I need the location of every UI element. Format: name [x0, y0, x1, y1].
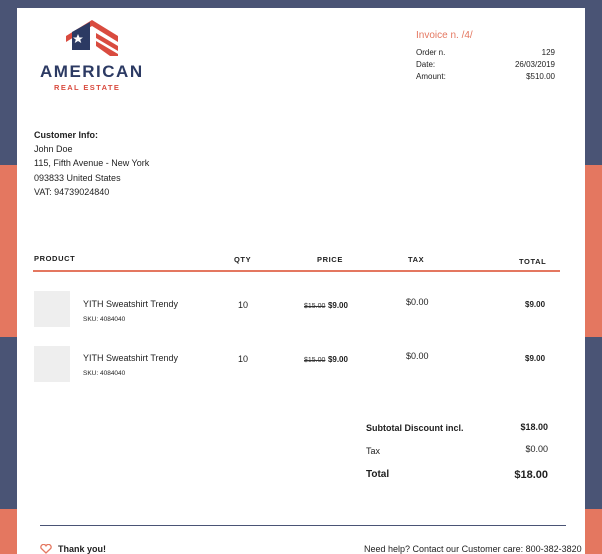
- left-stripe-navy-1: [0, 0, 17, 165]
- thank-you-note: Thank you!: [40, 544, 106, 554]
- tax-value: $0.00: [525, 444, 548, 454]
- product-sale-price: $9.00: [327, 301, 348, 310]
- amount-row: Amount: $510.00: [416, 72, 555, 81]
- total-label: Total: [366, 469, 390, 480]
- order-number-value: 129: [541, 48, 555, 57]
- house-flag-icon: [66, 20, 118, 56]
- total-value: $18.00: [514, 469, 548, 481]
- right-stripe-navy-2: [585, 337, 602, 509]
- customer-heading: Customer Info:: [34, 130, 98, 140]
- header-price: PRICE: [317, 255, 343, 264]
- order-number-row: Order n. 129: [416, 48, 555, 57]
- footer-divider: [40, 525, 566, 526]
- product-sku: SKU: 4084040: [83, 370, 126, 377]
- amount-label: Amount:: [416, 72, 446, 81]
- brand-name: AMERICAN: [40, 62, 144, 81]
- customer-info: Customer Info: John Doe 115, Fifth Avenu…: [34, 128, 149, 199]
- right-stripe-navy-1: [585, 0, 602, 165]
- customer-city: 093833 United States: [34, 172, 121, 183]
- customer-address: 115, Fifth Avenue - New York: [34, 158, 150, 169]
- product-qty: 10: [238, 354, 249, 364]
- date-label: Date:: [416, 60, 436, 69]
- product-old-price: $15.00: [304, 303, 326, 310]
- tax-label: Tax: [366, 446, 381, 456]
- product-name[interactable]: YITH Sweatshirt Trendy: [83, 353, 178, 363]
- subtotal-label: Subtotal Discount incl.: [366, 423, 464, 433]
- date-row: Date: 26/03/2019: [416, 60, 555, 69]
- subtotal-value: $18.00: [520, 422, 548, 432]
- heart-icon: [40, 544, 52, 554]
- top-border: [0, 0, 602, 8]
- left-stripe-coral-2: [0, 509, 17, 554]
- brand-tagline: REAL ESTATE: [54, 83, 121, 92]
- product-price: $15.00 $9.00: [304, 300, 348, 310]
- product-sku: SKU: 4084040: [83, 316, 126, 323]
- customer-name: John Doe: [34, 144, 73, 155]
- invoice-title: Invoice n. /4/: [416, 30, 473, 41]
- product-total: $9.00: [525, 354, 546, 363]
- thank-you-text: Thank you!: [58, 544, 107, 554]
- right-stripe-coral-2: [585, 509, 602, 554]
- left-stripe-navy-2: [0, 337, 17, 509]
- header-tax: TAX: [408, 255, 425, 264]
- customer-vat: VAT: 94739024840: [34, 186, 110, 197]
- product-tax: $0.00: [406, 351, 429, 361]
- product-old-price: $15.00: [304, 357, 326, 364]
- header-qty: QTY: [234, 255, 252, 264]
- table-header-divider: [33, 270, 560, 272]
- product-price: $15.00 $9.00: [304, 354, 348, 364]
- customer-care-text: Need help? Contact our Customer care: 80…: [364, 544, 582, 554]
- order-number-label: Order n.: [416, 48, 446, 57]
- product-thumbnail[interactable]: [34, 346, 70, 382]
- product-qty: 10: [238, 300, 249, 310]
- date-value: 26/03/2019: [514, 60, 555, 69]
- header-product: PRODUCT: [34, 254, 76, 263]
- product-total: $9.00: [525, 300, 546, 309]
- product-sale-price: $9.00: [327, 355, 348, 364]
- amount-value: $510.00: [526, 72, 555, 81]
- left-stripe-coral-1: [0, 165, 17, 337]
- right-stripe-coral-1: [585, 165, 602, 337]
- product-name[interactable]: YITH Sweatshirt Trendy: [83, 299, 178, 309]
- header-total: TOTAL: [519, 257, 547, 266]
- product-thumbnail[interactable]: [34, 291, 70, 327]
- product-tax: $0.00: [406, 297, 429, 307]
